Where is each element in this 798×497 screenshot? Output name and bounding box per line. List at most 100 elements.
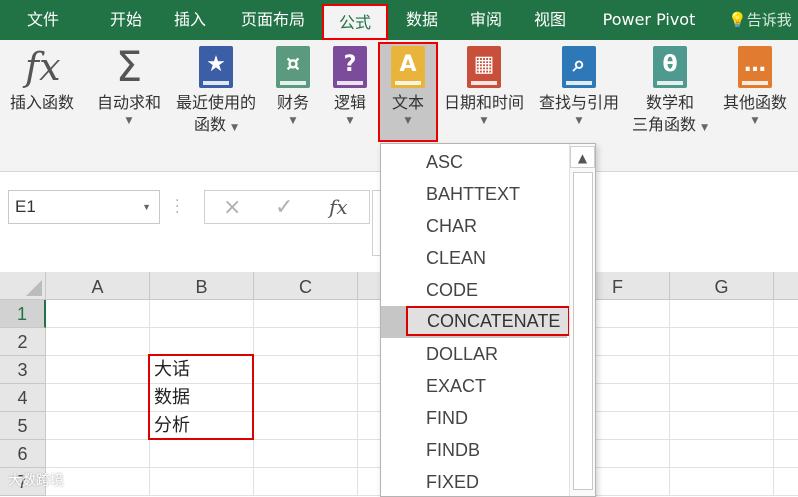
lookup-reference-label: 查找与引用 bbox=[538, 93, 619, 112]
row-header-4[interactable]: 4 bbox=[0, 384, 46, 412]
grid-cell[interactable] bbox=[774, 300, 798, 328]
tab-home[interactable]: 开始 bbox=[92, 0, 160, 40]
grid-cell[interactable] bbox=[254, 412, 358, 440]
grid-cell[interactable] bbox=[254, 356, 358, 384]
select-all-corner[interactable] bbox=[0, 272, 46, 300]
menu-item-fixed[interactable]: FIXED bbox=[381, 466, 567, 496]
menu-item-char[interactable]: CHAR bbox=[381, 210, 567, 242]
date-time-button[interactable]: ▦ 日期和时间 ▼ bbox=[440, 44, 528, 128]
tab-insert[interactable]: 插入 bbox=[160, 0, 220, 40]
dots-book-icon: … bbox=[738, 46, 772, 88]
scroll-up-icon[interactable]: ▲ bbox=[570, 146, 595, 168]
tab-formulas[interactable]: 公式 bbox=[322, 4, 388, 40]
grid-cell[interactable] bbox=[150, 328, 254, 356]
grid-cell[interactable] bbox=[46, 440, 150, 468]
grip-dots-icon[interactable]: · · · bbox=[175, 194, 179, 220]
grid-cell[interactable] bbox=[670, 468, 774, 496]
grid-cell[interactable] bbox=[150, 440, 254, 468]
chevron-down-icon: ▼ bbox=[575, 116, 583, 126]
grid-cell[interactable] bbox=[774, 384, 798, 412]
grid-cell[interactable] bbox=[774, 468, 798, 496]
grid-cell[interactable] bbox=[150, 468, 254, 496]
watermark-text: 大数跨境 bbox=[8, 473, 64, 489]
menu-item-bahttext[interactable]: BAHTTEXT bbox=[381, 178, 567, 210]
menu-item-clean[interactable]: CLEAN bbox=[381, 242, 567, 274]
grid-cell[interactable] bbox=[670, 384, 774, 412]
menu-item-concatenate-label: CONCATENATE bbox=[406, 306, 570, 336]
menu-item-concatenate[interactable]: CONCATENATE bbox=[381, 306, 570, 338]
tell-me-search[interactable]: 💡告诉我 bbox=[728, 0, 792, 40]
recently-used-label-1: 最近使用的 bbox=[175, 93, 256, 112]
grid-cell[interactable] bbox=[774, 356, 798, 384]
autosum-button[interactable]: Σ 自动求和 ▼ bbox=[90, 44, 168, 128]
column-header-next[interactable] bbox=[774, 272, 798, 300]
column-header-b[interactable]: B bbox=[150, 272, 254, 300]
menu-item-dollar[interactable]: DOLLAR bbox=[381, 338, 567, 370]
grid-cell[interactable] bbox=[670, 440, 774, 468]
menu-item-findb[interactable]: FINDB bbox=[381, 434, 567, 466]
chevron-down-icon: ▼ bbox=[480, 116, 488, 126]
grid-cell[interactable] bbox=[670, 412, 774, 440]
grid-cell[interactable] bbox=[254, 468, 358, 496]
tab-review[interactable]: 审阅 bbox=[456, 0, 516, 40]
menu-item-exact[interactable]: EXACT bbox=[381, 370, 567, 402]
cancel-icon[interactable]: × bbox=[223, 195, 241, 220]
row-header-2[interactable]: 2 bbox=[0, 328, 46, 356]
grid-cell[interactable] bbox=[46, 412, 150, 440]
grid-cell[interactable] bbox=[254, 440, 358, 468]
name-box[interactable]: E1 ▼ bbox=[8, 190, 160, 224]
tab-page-layout[interactable]: 页面布局 bbox=[228, 0, 318, 40]
grid-cell[interactable] bbox=[774, 328, 798, 356]
grid-cell[interactable] bbox=[774, 440, 798, 468]
grid-cell[interactable] bbox=[46, 384, 150, 412]
grid-cell[interactable] bbox=[254, 300, 358, 328]
tab-file[interactable]: 文件 bbox=[8, 0, 78, 40]
math-trig-label-2: 三角函数 ▼ bbox=[631, 115, 709, 134]
insert-function-button[interactable]: fx 插入函数 bbox=[4, 44, 80, 114]
menu-item-find[interactable]: FIND bbox=[381, 402, 567, 434]
tab-power-pivot[interactable]: Power Pivot bbox=[590, 0, 708, 40]
grid-cell[interactable] bbox=[46, 328, 150, 356]
tab-view[interactable]: 视图 bbox=[520, 0, 580, 40]
chevron-down-icon: ▼ bbox=[346, 116, 354, 126]
formula-buttons: × ✓ fx bbox=[204, 190, 370, 224]
grid-cell[interactable] bbox=[670, 356, 774, 384]
scrollbar-thumb[interactable] bbox=[573, 172, 593, 490]
column-header-g[interactable]: G bbox=[670, 272, 774, 300]
grid-cell[interactable] bbox=[150, 300, 254, 328]
recently-used-button[interactable]: ★ 最近使用的 函数 ▼ bbox=[170, 44, 262, 139]
grid-cell[interactable] bbox=[46, 300, 150, 328]
chevron-down-icon: ▼ bbox=[289, 116, 297, 126]
grid-cell[interactable] bbox=[670, 300, 774, 328]
row-header-6[interactable]: 6 bbox=[0, 440, 46, 468]
logical-button[interactable]: ? 逻辑 ▼ bbox=[328, 44, 372, 128]
grid-cell[interactable] bbox=[254, 328, 358, 356]
watermark-logo: 大数跨境 bbox=[8, 470, 64, 490]
menu-item-asc[interactable]: ASC bbox=[381, 146, 567, 178]
column-header-a[interactable]: A bbox=[46, 272, 150, 300]
row-header-3[interactable]: 3 bbox=[0, 356, 46, 384]
chevron-down-icon: ▼ bbox=[125, 116, 133, 126]
magnifier-book-icon: ⌕ bbox=[562, 46, 596, 88]
dropdown-scrollbar[interactable]: ▲ bbox=[569, 144, 595, 496]
grid-cell[interactable] bbox=[774, 412, 798, 440]
tab-data[interactable]: 数据 bbox=[392, 0, 452, 40]
row-header-5[interactable]: 5 bbox=[0, 412, 46, 440]
math-trig-button[interactable]: θ 数学和 三角函数 ▼ bbox=[628, 44, 712, 139]
insert-function-fx-icon[interactable]: fx bbox=[329, 195, 348, 219]
chevron-down-icon[interactable]: ▼ bbox=[142, 191, 151, 223]
autosum-label: 自动求和 bbox=[96, 93, 161, 112]
highlight-box-b3-b5 bbox=[148, 354, 254, 440]
text-functions-button[interactable]: A 文本 ▼ bbox=[378, 42, 438, 142]
grid-cell[interactable] bbox=[254, 384, 358, 412]
enter-icon[interactable]: ✓ bbox=[275, 195, 293, 220]
column-header-c[interactable]: C bbox=[254, 272, 358, 300]
grid-cell[interactable] bbox=[670, 328, 774, 356]
lookup-reference-button[interactable]: ⌕ 查找与引用 ▼ bbox=[534, 44, 624, 128]
logical-label: 逻辑 bbox=[333, 93, 366, 112]
menu-item-code[interactable]: CODE bbox=[381, 274, 567, 306]
grid-cell[interactable] bbox=[46, 356, 150, 384]
financial-button[interactable]: ¤ 财务 ▼ bbox=[270, 44, 316, 128]
row-header-1[interactable]: 1 bbox=[0, 300, 46, 328]
more-functions-button[interactable]: … 其他函数 ▼ bbox=[716, 44, 794, 128]
